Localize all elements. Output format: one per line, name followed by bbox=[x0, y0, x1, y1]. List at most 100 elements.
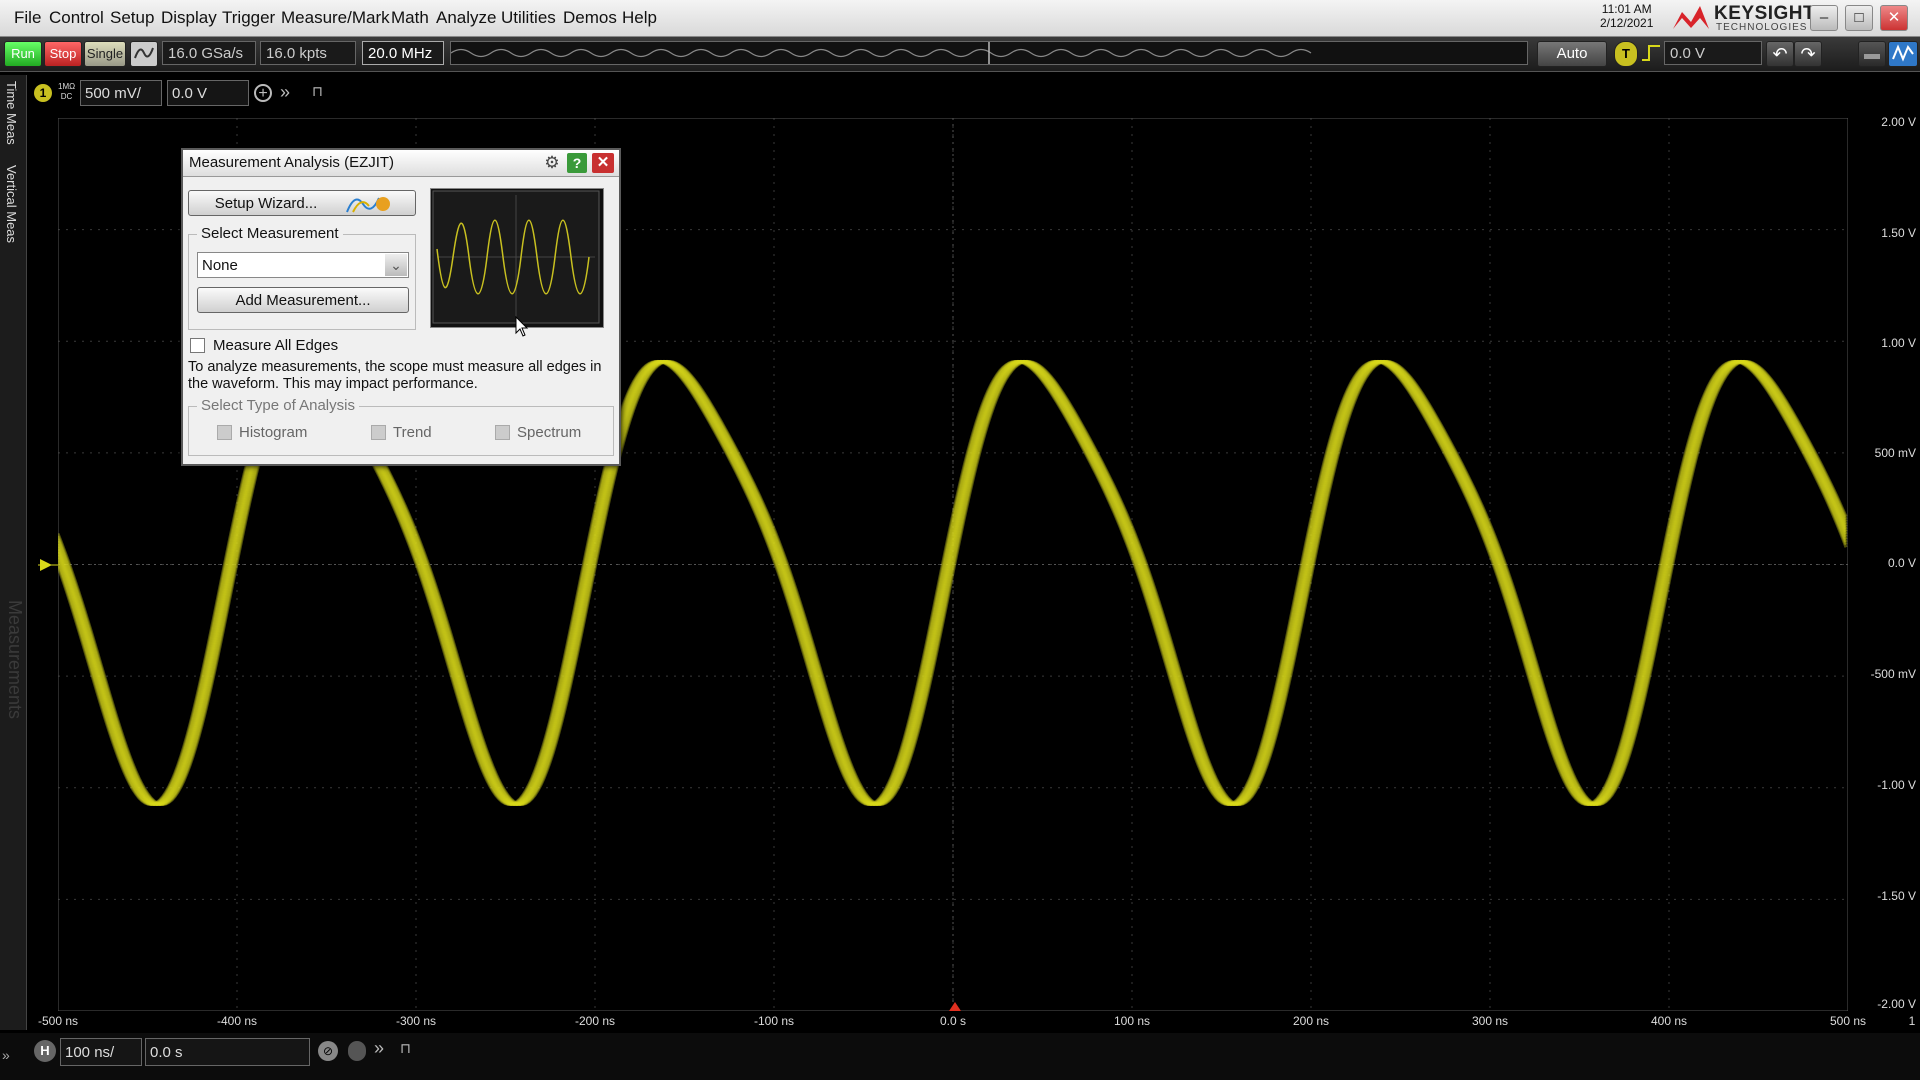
vertical-scale-field[interactable]: 500 mV/ bbox=[80, 80, 162, 106]
x-tick-label: 400 ns bbox=[1650, 1014, 1688, 1028]
zoom-icon[interactable]: ⊘ bbox=[318, 1041, 338, 1061]
menu-analyze[interactable]: Analyze bbox=[436, 8, 496, 28]
measurement-value: None bbox=[202, 257, 238, 274]
menu-math[interactable]: Math bbox=[391, 8, 429, 28]
stop-button[interactable]: Stop bbox=[44, 41, 82, 67]
timebase-pin-icon[interactable]: ⊓ bbox=[400, 1040, 411, 1057]
select-measurement-group: Select Measurement None ⌄ Add Measuremen… bbox=[188, 225, 416, 330]
info-text: To analyze measurements, the scope must … bbox=[188, 359, 602, 392]
y-tick-label: -1.50 V bbox=[1877, 889, 1916, 903]
y-tick-label: -500 mV bbox=[1870, 667, 1916, 681]
add-measurement-button[interactable]: Add Measurement... bbox=[197, 287, 409, 313]
timebase-bar: » H 100 ns/ 0.0 s ⊘ » ⊓ bbox=[0, 1033, 1920, 1080]
menu-setup[interactable]: Setup bbox=[110, 8, 154, 28]
scope-mode-icon[interactable] bbox=[1888, 41, 1918, 67]
pin-icon[interactable]: ⊓ bbox=[312, 83, 323, 100]
acquire-mode-icon[interactable] bbox=[130, 41, 158, 67]
timebase-position-field[interactable]: 0.0 s bbox=[145, 1038, 310, 1066]
trend-label: Trend bbox=[393, 424, 432, 441]
left-tab-strip: Time Meas Vertical Meas Measurements » bbox=[0, 75, 27, 1057]
menu-bar: File Control Setup Display Trigger Measu… bbox=[0, 0, 1920, 37]
memory-depth-field[interactable]: 16.0 kpts bbox=[260, 41, 356, 65]
run-button[interactable]: Run bbox=[4, 41, 42, 67]
undo-icon[interactable]: ↶ bbox=[1766, 41, 1794, 67]
analysis-type-group: Select Type of Analysis Histogram Trend … bbox=[188, 397, 614, 456]
y-tick-label: 1.00 V bbox=[1881, 336, 1916, 350]
menu-demos[interactable]: Demos bbox=[563, 8, 617, 28]
mouse-cursor-icon bbox=[515, 316, 529, 337]
measurement-analysis-dialog: Measurement Analysis (EZJIT) ⚙ ? ✕ Setup… bbox=[181, 148, 621, 466]
menu-file[interactable]: File bbox=[14, 8, 41, 28]
x-tick-label: -500 ns bbox=[37, 1014, 79, 1028]
tab-time-meas[interactable]: Time Meas bbox=[4, 81, 19, 145]
ground-marker-icon bbox=[38, 559, 58, 571]
histogram-label: Histogram bbox=[239, 424, 308, 441]
trigger-mode-button[interactable]: Auto bbox=[1537, 41, 1607, 67]
preview-thumbnail bbox=[430, 188, 604, 328]
sample-rate-field[interactable]: 16.0 GSa/s bbox=[162, 41, 256, 65]
trigger-position-marker bbox=[949, 1002, 961, 1011]
menu-measure-mark[interactable]: Measure/Mark bbox=[281, 8, 390, 28]
tab-vertical-meas[interactable]: Vertical Meas bbox=[4, 165, 19, 243]
chevron-down-icon[interactable]: ⌄ bbox=[385, 254, 407, 276]
coupling-indicator: 1MΩ DC bbox=[58, 82, 75, 102]
x-tick-label: 200 ns bbox=[1292, 1014, 1330, 1028]
measurements-watermark: Measurements bbox=[5, 600, 25, 720]
horizontal-icon[interactable]: H bbox=[34, 1040, 56, 1062]
select-measurement-label: Select Measurement bbox=[197, 225, 343, 242]
clock-date: 2/12/2021 bbox=[1600, 16, 1654, 30]
x-tick-label: -100 ns bbox=[753, 1014, 795, 1028]
y-tick-label: 500 mV bbox=[1874, 446, 1916, 460]
x-tick-label: 500 ns bbox=[1829, 1014, 1867, 1028]
expand-timebase-icon[interactable]: » bbox=[374, 1038, 384, 1059]
single-button[interactable]: Single bbox=[84, 41, 126, 67]
x-axis-extra-label: 1 bbox=[1908, 1014, 1916, 1028]
measure-all-edges-checkbox[interactable] bbox=[190, 338, 205, 353]
timebase-scale-field[interactable]: 100 ns/ bbox=[60, 1038, 142, 1066]
channel-1-icon[interactable]: 1 bbox=[34, 84, 52, 102]
wizard-icon bbox=[346, 197, 390, 213]
vertical-offset-field[interactable]: 0.0 V bbox=[167, 80, 249, 106]
y-tick-label: 0.0 V bbox=[1887, 556, 1916, 570]
trigger-icon[interactable]: T bbox=[1614, 41, 1638, 67]
waveform-overview[interactable] bbox=[450, 41, 1528, 65]
brand-sub: TECHNOLOGIES bbox=[1716, 22, 1808, 33]
add-channel-icon[interactable]: + bbox=[254, 84, 272, 102]
close-dialog-button[interactable]: ✕ bbox=[592, 153, 614, 173]
redo-icon[interactable]: ↷ bbox=[1794, 41, 1822, 67]
histogram-checkbox[interactable] bbox=[217, 425, 232, 440]
close-window-button[interactable]: ✕ bbox=[1880, 5, 1908, 31]
setup-wizard-button[interactable]: Setup Wizard... bbox=[188, 190, 416, 216]
expand-channel-icon[interactable]: » bbox=[280, 82, 290, 103]
toolbar-menu-icon[interactable] bbox=[1858, 41, 1886, 67]
expand-bottom-icon[interactable]: » bbox=[2, 1047, 10, 1063]
keysight-logo-icon bbox=[1673, 6, 1709, 29]
x-tick-label: -300 ns bbox=[395, 1014, 437, 1028]
toolbar: Run Stop Single 16.0 GSa/s 16.0 kpts 20.… bbox=[0, 37, 1920, 72]
menu-help[interactable]: Help bbox=[622, 8, 657, 28]
trend-checkbox[interactable] bbox=[371, 425, 386, 440]
x-tick-label: 300 ns bbox=[1471, 1014, 1509, 1028]
x-tick-label: 0.0 s bbox=[939, 1014, 967, 1028]
trigger-level-field[interactable]: 0.0 V bbox=[1664, 41, 1762, 65]
rising-edge-icon[interactable] bbox=[1640, 41, 1662, 65]
coupling-impedance: 1MΩ bbox=[58, 82, 76, 91]
menu-control[interactable]: Control bbox=[49, 8, 104, 28]
y-tick-label: -2.00 V bbox=[1877, 997, 1916, 1011]
x-tick-label: -400 ns bbox=[216, 1014, 258, 1028]
minimize-button[interactable]: – bbox=[1810, 5, 1838, 31]
menu-utilities[interactable]: Utilities bbox=[501, 8, 556, 28]
y-tick-label: -1.00 V bbox=[1877, 778, 1916, 792]
roll-mode-icon[interactable] bbox=[348, 1041, 366, 1061]
maximize-button[interactable]: □ bbox=[1845, 5, 1873, 31]
dialog-title-bar[interactable]: Measurement Analysis (EZJIT) ⚙ ? ✕ bbox=[183, 150, 619, 177]
analysis-type-label: Select Type of Analysis bbox=[197, 397, 359, 414]
settings-gear-icon[interactable]: ⚙ bbox=[542, 153, 562, 173]
bandwidth-field[interactable]: 20.0 MHz bbox=[362, 41, 444, 65]
measurement-dropdown[interactable]: None ⌄ bbox=[197, 252, 409, 278]
menu-trigger[interactable]: Trigger bbox=[222, 8, 275, 28]
help-icon[interactable]: ? bbox=[567, 153, 587, 173]
channel-bar: 1 1MΩ DC 500 mV/ 0.0 V + » ⊓ bbox=[26, 77, 346, 107]
menu-display[interactable]: Display bbox=[161, 8, 217, 28]
spectrum-checkbox[interactable] bbox=[495, 425, 510, 440]
